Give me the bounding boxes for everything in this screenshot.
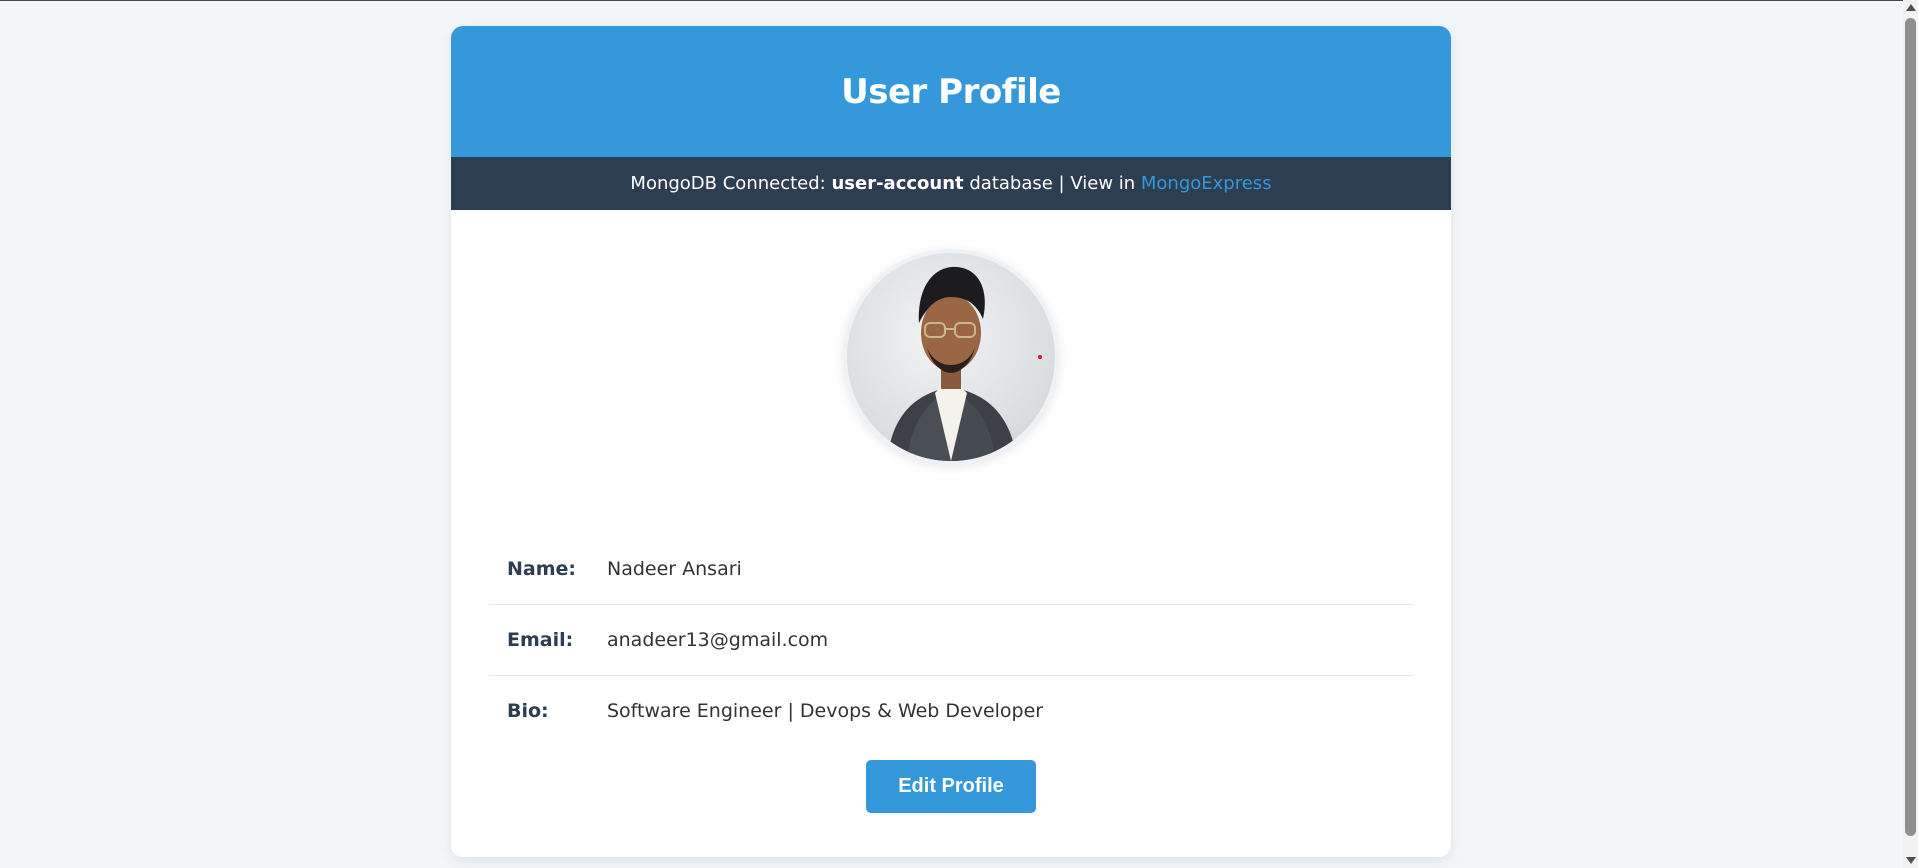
edit-profile-button[interactable]: Edit Profile bbox=[866, 760, 1036, 813]
name-value: Nadeer Ansari bbox=[607, 558, 742, 580]
database-name: user-account bbox=[831, 173, 964, 194]
profile-row-bio: Bio: Software Engineer | Devops & Web De… bbox=[489, 676, 1413, 746]
avatar bbox=[847, 253, 1055, 461]
email-label: Email: bbox=[507, 629, 574, 651]
profile-photo-icon bbox=[887, 266, 1042, 461]
window-top-border bbox=[0, 0, 1903, 1]
profile-details: Name: Nadeer Ansari Email: anadeer13@gma… bbox=[489, 534, 1413, 746]
email-value: anadeer13@gmail.com bbox=[607, 629, 829, 651]
page-title: User Profile bbox=[841, 71, 1061, 112]
bio-label: Bio: bbox=[507, 700, 549, 722]
profile-row-name: Name: Nadeer Ansari bbox=[489, 534, 1413, 605]
name-label: Name: bbox=[507, 558, 577, 580]
bio-value: Software Engineer | Devops & Web Develop… bbox=[607, 700, 1044, 722]
card-header: User Profile bbox=[451, 26, 1451, 157]
status-prefix: MongoDB Connected: bbox=[630, 173, 832, 194]
mongoexpress-link[interactable]: MongoExpress bbox=[1141, 173, 1272, 194]
profile-row-email: Email: anadeer13@gmail.com bbox=[489, 605, 1413, 676]
scroll-down-icon[interactable] bbox=[1906, 857, 1916, 864]
scroll-thumb[interactable] bbox=[1905, 18, 1916, 836]
status-middle: database | View in bbox=[963, 173, 1141, 194]
vertical-scrollbar[interactable] bbox=[1903, 0, 1918, 868]
scroll-up-icon[interactable] bbox=[1906, 4, 1916, 11]
connection-status-bar: MongoDB Connected: user-account database… bbox=[451, 157, 1451, 210]
avatar-frame bbox=[843, 249, 1059, 465]
profile-card: User Profile MongoDB Connected: user-acc… bbox=[451, 26, 1451, 857]
